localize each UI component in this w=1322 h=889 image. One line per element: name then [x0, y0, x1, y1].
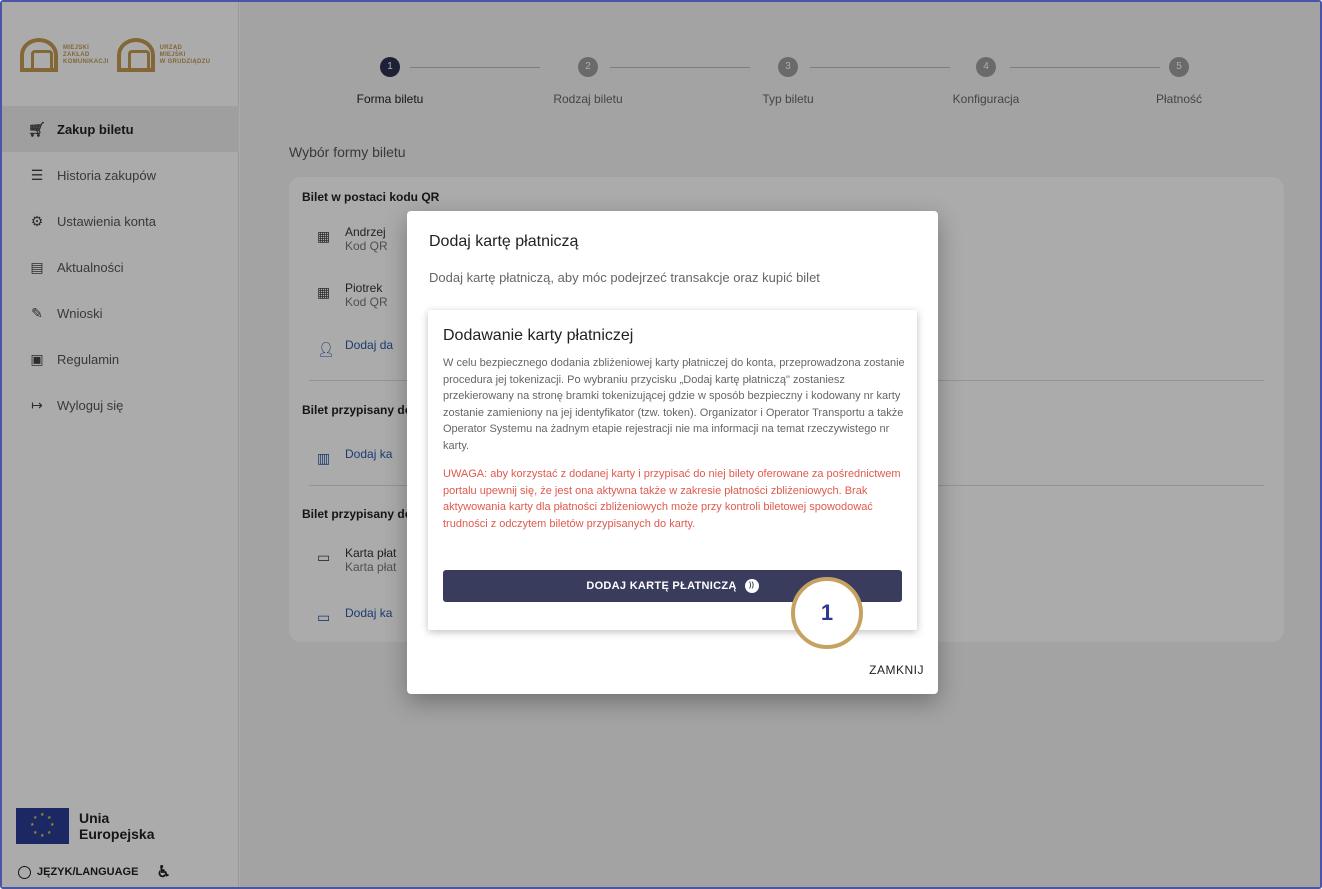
info-card-body: W celu bezpiecznego dodania zbliżeniowej…: [443, 357, 905, 452]
step-marker-number: 1: [820, 600, 834, 625]
close-button[interactable]: ZAMKNIJ: [869, 663, 924, 677]
dialog-title: Dodaj kartę płatniczą: [429, 233, 579, 250]
info-card-title: Dodawanie karty płatniczej: [443, 327, 634, 344]
dialog-subtitle: Dodaj kartę płatniczą, aby móc podejrzeć…: [429, 270, 820, 285]
add-payment-card-label: DODAJ KARTĘ PŁATNICZĄ: [586, 580, 737, 592]
contactless-icon: )): [744, 579, 759, 593]
info-card-warning: UWAGA: aby korzystać z dodanej karty i p…: [443, 468, 901, 530]
step-marker: 1: [791, 577, 863, 649]
app-frame: MIEJSKI ZAKŁAD KOMUNIKACJI URZĄD MIEJSKI…: [0, 0, 1322, 889]
